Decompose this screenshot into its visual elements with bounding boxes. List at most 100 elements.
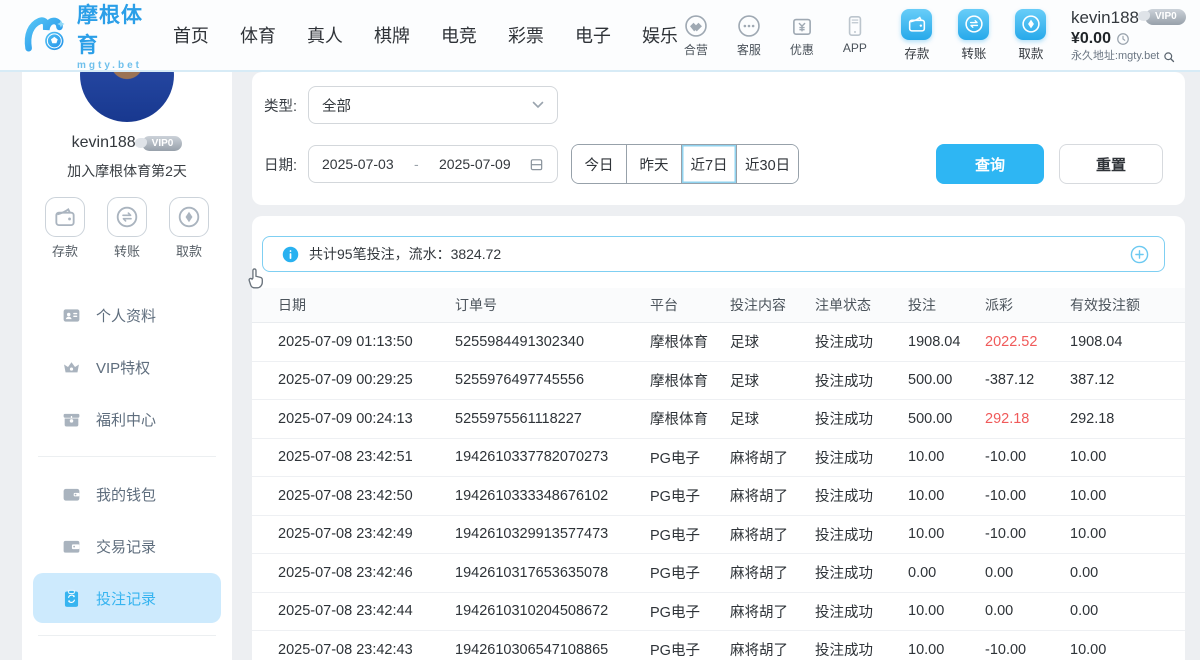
summary-bar: 共计95笔投注，流水：3824.72 <box>262 236 1165 272</box>
cell-platform: PG电子 <box>650 601 730 622</box>
info-icon <box>282 246 299 263</box>
topbar-deposit-button[interactable]: 存款 <box>897 9 937 62</box>
cell-content: 麻将胡了 <box>730 562 815 583</box>
nav-item[interactable]: 真人 <box>307 22 343 48</box>
sidebar-item-vip[interactable]: VIP特权 <box>33 342 221 392</box>
cell-order: 1942610310204508672 <box>455 603 650 619</box>
nav-item[interactable]: 娱乐 <box>642 22 678 48</box>
cell-content: 麻将胡了 <box>730 639 815 660</box>
table-row: 2025-07-08 23:42:461942610317653635078PG… <box>252 554 1185 593</box>
sidebar-item-label: VIP特权 <box>96 357 150 378</box>
cell-status: 投注成功 <box>815 524 908 545</box>
topbar-withdraw-button[interactable]: 取款 <box>1011 9 1051 62</box>
cell-bet: 1908.04 <box>908 334 985 350</box>
sidebar-deposit-button[interactable]: 存款 <box>45 197 85 260</box>
user-info-block: kevin188 VIP0 ¥0.00 永久地址:mgty.bet <box>1071 7 1186 64</box>
sidebar-withdraw-button[interactable]: 取款 <box>169 197 209 260</box>
column-header: 派彩 <box>985 295 1070 315</box>
partner-icon <box>683 13 709 39</box>
nav-item[interactable]: 电子 <box>575 22 611 48</box>
topbar-transfer-button[interactable]: 转账 <box>954 9 994 62</box>
date-from-value: 2025-07-03 <box>322 156 394 172</box>
nav-item[interactable]: 体育 <box>240 22 276 48</box>
cell-payout: -10.00 <box>985 449 1070 465</box>
sidebar-item-wallet[interactable]: 我的钱包 <box>33 469 221 519</box>
column-header: 投注 <box>908 295 985 315</box>
nav-item[interactable]: 电竞 <box>441 22 477 48</box>
quick-range-button[interactable]: 近30日 <box>737 145 798 183</box>
table-row: 2025-07-08 23:42:491942610329913577473PG… <box>252 516 1185 555</box>
quick-range-button[interactable]: 近7日 <box>682 145 737 183</box>
join-days-text: 加入摩根体育第2天 <box>22 161 232 181</box>
menu-divider <box>38 456 216 457</box>
action-label: 存款 <box>52 241 78 260</box>
date-range-input[interactable]: 2025-07-03 - 2025-07-09 <box>308 145 558 183</box>
cell-content: 足球 <box>730 370 815 391</box>
cell-platform: PG电子 <box>650 485 730 506</box>
chevron-down-icon <box>532 101 544 109</box>
cell-payout: 0.00 <box>985 565 1070 581</box>
bet-records-panel: 共计95笔投注，流水：3824.72 日期订单号平台投注内容注单状态投注派彩有效… <box>252 216 1185 660</box>
top-navigation-bar: 摩根体育 mgty.bet 首页 体育 真人 棋牌 电竞 彩票 电子 娱乐 合营客服优惠 APP… <box>0 0 1200 72</box>
cell-date: 2025-07-08 23:42:51 <box>278 449 455 465</box>
sidebar-item-label: 投注记录 <box>96 588 156 609</box>
table-body: 2025-07-09 01:13:505255984491302340摩根体育足… <box>252 323 1185 660</box>
cell-date: 2025-07-09 00:29:25 <box>278 372 455 388</box>
table-row: 2025-07-08 23:42:511942610337782070273PG… <box>252 439 1185 478</box>
expand-circle-icon[interactable] <box>1130 245 1149 264</box>
quick-range-button[interactable]: 今日 <box>572 145 627 183</box>
cell-status: 投注成功 <box>815 447 908 468</box>
vip-badge: VIP0 <box>1145 9 1186 26</box>
cell-order: 1942610333348676102 <box>455 488 650 504</box>
sidebar-item-label: 个人资料 <box>96 305 156 326</box>
cell-bet: 500.00 <box>908 372 985 388</box>
type-select[interactable]: 全部 <box>308 86 558 124</box>
query-button[interactable]: 查询 <box>936 144 1044 184</box>
topbar-service-link[interactable]: 客服 <box>731 13 767 58</box>
cell-payout: 2022.52 <box>985 334 1070 350</box>
cell-payout: -10.00 <box>985 488 1070 504</box>
cell-payout: -10.00 <box>985 642 1070 658</box>
reset-button[interactable]: 重置 <box>1059 144 1163 184</box>
summary-text: 共计95笔投注，流水：3824.72 <box>309 244 501 264</box>
sidebar: kevin188 VIP0 加入摩根体育第2天 存款转账取款 个人资料VIP特权… <box>22 72 232 660</box>
profile-icon <box>61 305 82 326</box>
sidebar-item-redeem[interactable]: 兑奖记录 <box>33 648 221 660</box>
topbar-app-link[interactable]: APP <box>837 13 873 58</box>
cell-bet: 10.00 <box>908 526 985 542</box>
nav-item[interactable]: 首页 <box>173 22 209 48</box>
cell-payout: -10.00 <box>985 526 1070 542</box>
topbar-quick-links: 合营客服优惠 APP <box>678 13 873 58</box>
topbar-partner-link[interactable]: 合营 <box>678 13 714 58</box>
transaction-icon <box>61 536 82 557</box>
table-row: 2025-07-09 01:13:505255984491302340摩根体育足… <box>252 323 1185 362</box>
promo-icon <box>789 13 815 39</box>
vip-icon <box>61 357 82 378</box>
nav-item[interactable]: 彩票 <box>508 22 544 48</box>
cell-status: 投注成功 <box>815 562 908 583</box>
search-address-icon[interactable] <box>1163 51 1175 63</box>
cell-payout: 292.18 <box>985 411 1070 427</box>
cell-payout: -387.12 <box>985 372 1070 388</box>
sidebar-item-bet-record[interactable]: 投注记录 <box>33 573 221 623</box>
topbar-promo-link[interactable]: 优惠 <box>784 13 820 58</box>
sidebar-transfer-button[interactable]: 转账 <box>107 197 147 260</box>
transfer-icon <box>958 9 989 40</box>
cell-date: 2025-07-08 23:42:49 <box>278 526 455 542</box>
cell-content: 足球 <box>730 331 815 352</box>
sidebar-wallet-actions: 存款 转账取款 <box>22 197 232 260</box>
cell-order: 1942610317653635078 <box>455 565 650 581</box>
quick-range-button[interactable]: 昨天 <box>627 145 682 183</box>
brand-logo[interactable]: 摩根体育 mgty.bet <box>22 0 151 71</box>
cell-order: 5255976497745556 <box>455 372 650 388</box>
app-icon <box>842 13 868 39</box>
refresh-balance-icon[interactable] <box>1116 32 1130 46</box>
sidebar-item-profile[interactable]: 个人资料 <box>33 290 221 340</box>
sidebar-item-welfare[interactable]: 福利中心 <box>33 394 221 444</box>
nav-item[interactable]: 棋牌 <box>374 22 410 48</box>
date-to-value: 2025-07-09 <box>439 156 511 172</box>
column-header: 注单状态 <box>815 295 908 315</box>
cell-platform: 摩根体育 <box>650 331 730 352</box>
action-label: 取款 <box>1018 43 1043 62</box>
sidebar-item-transaction[interactable]: 交易记录 <box>33 521 221 571</box>
